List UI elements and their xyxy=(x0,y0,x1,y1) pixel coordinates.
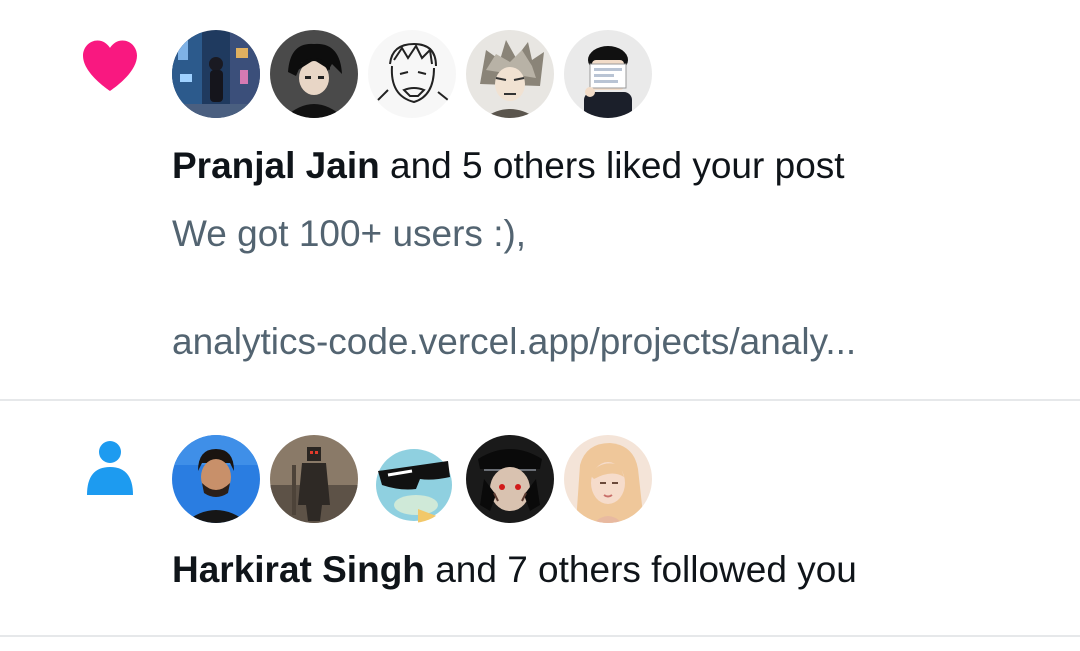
avatar[interactable] xyxy=(564,435,652,523)
notifications-feed: Pranjal Jain and 5 others liked your pos… xyxy=(0,0,1080,651)
actor-name[interactable]: Harkirat Singh xyxy=(172,549,425,590)
person-icon xyxy=(84,439,136,495)
notification-follow[interactable]: Harkirat Singh and 7 others followed you xyxy=(0,401,1080,637)
post-preview-link[interactable]: analytics-code.vercel.app/projects/analy… xyxy=(172,320,856,364)
avatar[interactable] xyxy=(270,435,358,523)
avatar[interactable] xyxy=(172,30,260,118)
actor-name[interactable]: Pranjal Jain xyxy=(172,145,380,186)
heart-icon xyxy=(80,38,140,92)
action-text: and 7 others followed you xyxy=(435,549,857,590)
avatar[interactable] xyxy=(368,435,456,523)
notification-text: Harkirat Singh and 7 others followed you xyxy=(172,548,857,592)
avatar[interactable] xyxy=(564,30,652,118)
avatar[interactable] xyxy=(368,30,456,118)
avatar[interactable] xyxy=(172,435,260,523)
avatar[interactable] xyxy=(270,30,358,118)
avatar[interactable] xyxy=(466,30,554,118)
post-preview-text: We got 100+ users :), xyxy=(172,213,527,254)
avatar[interactable] xyxy=(466,435,554,523)
notification-like[interactable]: Pranjal Jain and 5 others liked your pos… xyxy=(0,0,1080,401)
notification-text: Pranjal Jain and 5 others liked your pos… xyxy=(172,144,845,188)
action-text: and 5 others liked your post xyxy=(390,145,845,186)
